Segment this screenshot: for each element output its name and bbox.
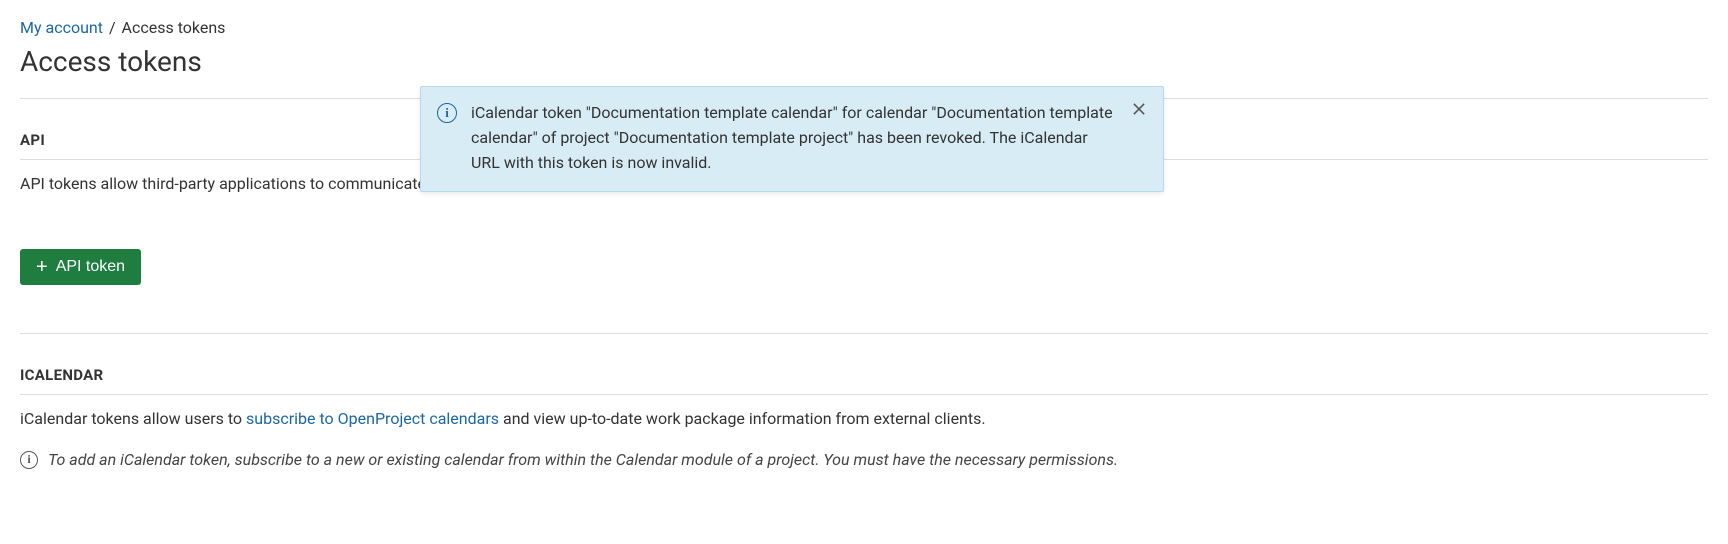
icalendar-hint: i To add an iCalendar token, subscribe t… — [20, 450, 1708, 469]
icalendar-section: ICALENDAR iCalendar tokens allow users t… — [20, 333, 1708, 469]
ical-desc-suffix: and view up-to-date work package informa… — [499, 409, 986, 428]
icalendar-section-heading: ICALENDAR — [20, 366, 1708, 395]
plus-icon: + — [36, 259, 48, 275]
page-title: Access tokens — [20, 45, 1708, 78]
info-icon: i — [437, 103, 457, 123]
add-api-token-button[interactable]: + API token — [20, 249, 141, 285]
breadcrumb-current: Access tokens — [122, 18, 226, 37]
toast-close-button[interactable] — [1127, 97, 1151, 121]
icalendar-section-description: iCalendar tokens allow users to subscrib… — [20, 409, 1708, 428]
toast-notification: i iCalendar token "Documentation templat… — [420, 86, 1164, 192]
close-icon — [1133, 102, 1145, 116]
breadcrumb: My account / Access tokens — [20, 18, 1708, 37]
ical-desc-prefix: iCalendar tokens allow users to — [20, 409, 246, 428]
add-api-token-label: API token — [56, 258, 125, 276]
icalendar-hint-text: To add an iCalendar token, subscribe to … — [48, 450, 1118, 469]
breadcrumb-link-my-account[interactable]: My account — [20, 18, 103, 37]
breadcrumb-separator: / — [109, 18, 116, 37]
info-icon: i — [20, 451, 38, 469]
subscribe-calendars-link[interactable]: subscribe to OpenProject calendars — [246, 409, 499, 428]
toast-message: iCalendar token "Documentation template … — [471, 101, 1119, 175]
